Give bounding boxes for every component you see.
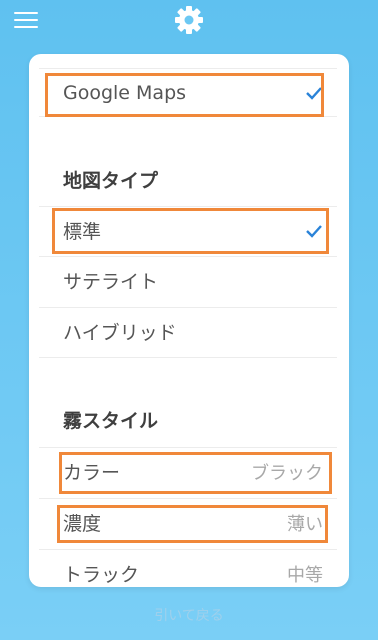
map-type-hybrid[interactable]: ハイブリッド — [39, 307, 337, 355]
pull-back-hint: 引いて戻る — [154, 608, 224, 624]
fog-track-label: トラック — [63, 564, 140, 586]
map-type-satellite[interactable]: サテライト — [39, 256, 337, 304]
divider — [39, 357, 337, 358]
highlight-box-map-provider — [45, 73, 324, 117]
highlight-box-map-type-standard — [52, 208, 329, 254]
fog-style-header: 霧スタイル — [63, 410, 159, 432]
hamburger-line — [14, 12, 38, 14]
gear-icon[interactable] — [173, 4, 205, 36]
highlight-box-fog-density — [57, 505, 328, 543]
map-type-header: 地図タイプ — [63, 170, 159, 192]
map-type-label: サテライト — [63, 271, 159, 293]
hamburger-menu-icon[interactable] — [14, 10, 38, 30]
hamburger-line — [14, 26, 38, 28]
map-type-label: ハイブリッド — [63, 322, 177, 344]
hamburger-line — [14, 19, 38, 21]
fog-track-setting[interactable]: トラック 中等 — [39, 549, 337, 587]
fog-track-value: 中等 — [287, 564, 323, 586]
highlight-box-fog-color — [59, 452, 332, 494]
